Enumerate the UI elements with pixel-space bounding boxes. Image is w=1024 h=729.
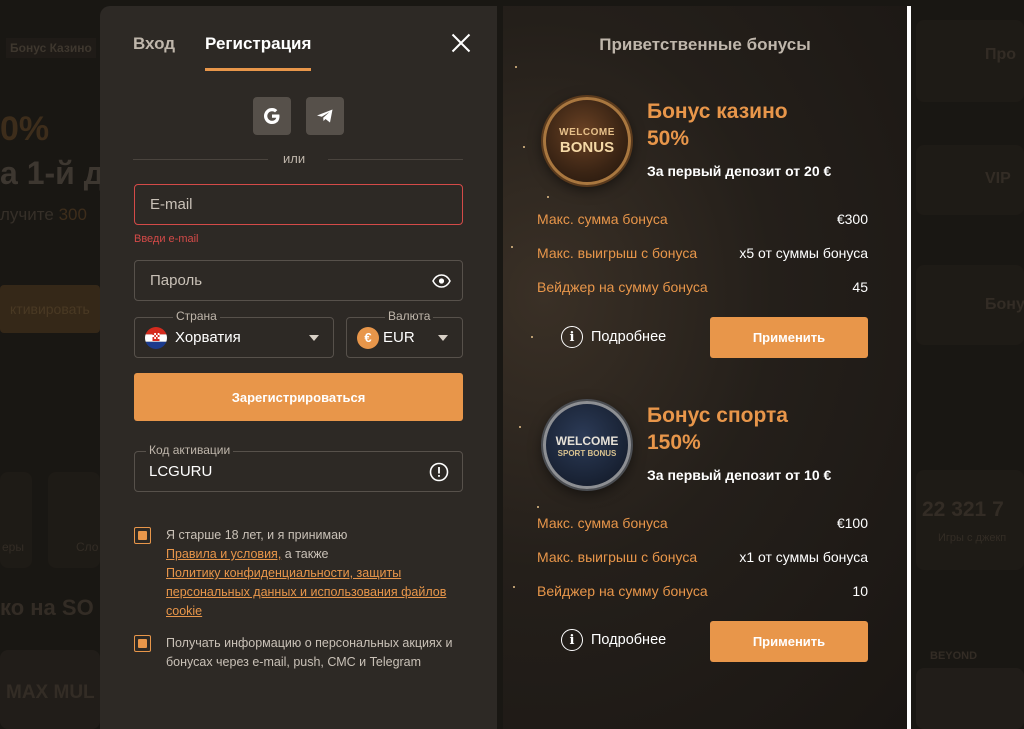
terms-link[interactable]: Правила и условия, [166, 547, 281, 561]
chevron-down-icon [309, 335, 319, 341]
casino-bonus-row: Макс. выигрыш с бонуса x5 от суммы бонуса [537, 245, 868, 261]
country-legend: Страна [173, 309, 220, 323]
email-field[interactable]: E-mail [134, 184, 463, 225]
bonuses-panel: Приветственные бонусы WELCOME BONUS Бону… [503, 6, 907, 729]
casino-bonus-subtitle: За первый депозит от 20 € [647, 163, 832, 179]
sport-apply-button[interactable]: Применить [710, 621, 868, 662]
activation-code-field[interactable]: Код активации LCGURU [134, 443, 463, 492]
or-text: или [283, 151, 306, 166]
tab-registration[interactable]: Регистрация [205, 34, 312, 71]
info-icon: i [561, 629, 583, 651]
auth-tabs: Вход Регистрация [133, 34, 312, 71]
activation-value: LCGURU [149, 463, 213, 480]
email-error: Введи e-mail [134, 233, 199, 245]
chevron-down-icon [438, 335, 448, 341]
croatia-flag-icon [145, 326, 167, 349]
welcome-bonus-medal: WELCOME BONUS [543, 97, 631, 185]
currency-legend: Валюта [385, 309, 434, 323]
currency-value: EUR [383, 329, 415, 346]
newsletter-text: Получать информацию о персональных акция… [166, 636, 453, 669]
modal-edge [907, 6, 911, 729]
telegram-login-button[interactable] [306, 97, 344, 135]
password-field[interactable]: Пароль [134, 260, 463, 301]
register-button[interactable]: Зарегистрироваться [134, 373, 463, 421]
privacy-link[interactable]: Политику конфиденциальности, защиты перс… [166, 564, 466, 621]
casino-bonus-row: Вейджер на сумму бонуса 45 [537, 279, 868, 295]
google-icon [264, 108, 280, 124]
sport-bonus-subtitle: За первый депозит от 10 € [647, 467, 832, 483]
sport-bonus-row: Макс. выигрыш с бонуса x1 от суммы бонуса [537, 549, 868, 565]
sport-bonus-row: Макс. сумма бонуса €100 [537, 515, 868, 531]
currency-select[interactable]: Валюта € EUR [346, 309, 463, 358]
sport-more-link[interactable]: i Подробнее [561, 629, 666, 651]
sport-bonus-title: Бонус спорта 150% [647, 404, 788, 454]
google-login-button[interactable] [253, 97, 291, 135]
casino-apply-button[interactable]: Применить [710, 317, 868, 358]
terms-text: Я старше 18 лет, и я принимаю Правила и … [166, 526, 476, 621]
casino-bonus-title: Бонус казино 50% [647, 100, 788, 150]
sport-bonus-row: Вейджер на сумму бонуса 10 [537, 583, 868, 599]
terms-checkbox[interactable] [134, 527, 151, 544]
casino-more-link[interactable]: i Подробнее [561, 326, 666, 348]
activation-legend: Код активации [146, 443, 234, 457]
tab-login[interactable]: Вход [133, 34, 175, 71]
telegram-icon [317, 109, 333, 123]
casino-bonus-row: Макс. сумма бонуса €300 [537, 211, 868, 227]
or-divider: или [133, 151, 463, 166]
newsletter-checkbox[interactable] [134, 635, 151, 652]
email-placeholder: E-mail [150, 196, 193, 213]
alert-icon[interactable] [429, 462, 449, 482]
password-placeholder: Пароль [150, 272, 203, 289]
info-icon: i [561, 326, 583, 348]
euro-icon: € [357, 326, 379, 349]
sport-bonus-medal: WELCOME SPORT BONUS [543, 401, 631, 489]
bonuses-title: Приветственные бонусы [599, 35, 811, 54]
country-select[interactable]: Страна Хорватия [134, 309, 334, 358]
country-value: Хорватия [175, 329, 241, 346]
eye-icon[interactable] [432, 274, 451, 288]
registration-panel: Вход Регистрация или E-mail Введи e-mail… [100, 6, 497, 729]
close-icon[interactable] [450, 32, 472, 54]
